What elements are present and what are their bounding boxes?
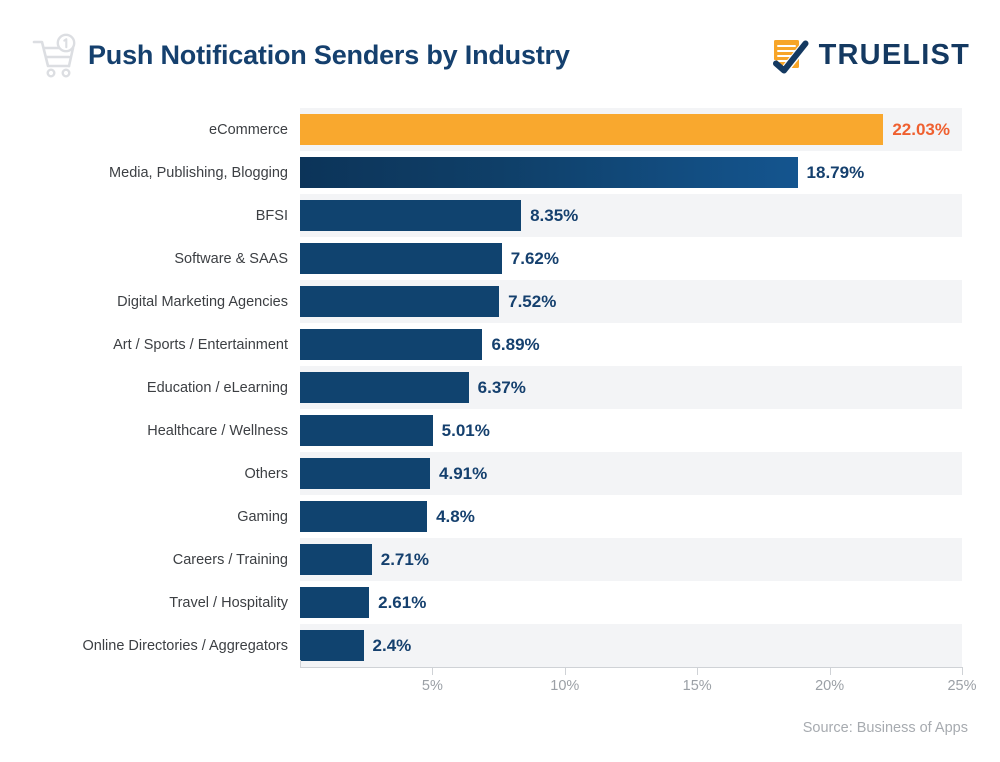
bar [300,200,522,231]
x-axis-tick-label: 10% [550,678,580,694]
x-axis-tick [432,667,434,675]
x-axis-tick [697,667,699,675]
bar-value-label: 2.71% [380,549,429,569]
chart-row: Digital Marketing Agencies 7.52% [0,280,1000,323]
chart-row: Others 4.91% [0,452,1000,495]
chart-row: eCommerce 22.03% [0,108,1000,151]
x-axis-tick-label: 5% [421,678,443,694]
bar-value-label: 6.37% [477,377,526,397]
shopping-cart-icon [28,32,80,80]
chart-row: Online Directories / Aggregators 2.4% [0,624,1000,667]
bar [300,544,372,575]
chart-row: Gaming 4.8% [0,495,1000,538]
brand-name: TRUELIST [818,38,970,71]
chart-page: Push Notification Senders by Industry TR… [0,0,1000,762]
bar [300,587,370,618]
brand-logo: TRUELIST [769,34,970,77]
x-axis-tick-label: 20% [815,678,845,694]
category-label: BFSI [255,207,288,224]
category-label: Digital Marketing Agencies [117,293,288,310]
category-label: Gaming [237,508,288,525]
checklist-check-icon [769,36,811,77]
chart-row: Careers / Training 2.71% [0,538,1000,581]
x-axis-tick [829,667,831,675]
category-label: eCommerce [209,121,288,138]
bar [300,372,469,403]
bar-value-label: 8.35% [530,205,579,225]
category-label: Education / eLearning [146,379,288,396]
chart-row: Software & SAAS 7.62% [0,237,1000,280]
bar [300,329,483,360]
chart-row: Media, Publishing, Blogging 18.79% [0,151,1000,194]
chart-row: Travel / Hospitality 2.61% [0,581,1000,624]
bar [300,415,433,446]
source-note: Source: Business of Apps [802,720,968,736]
bar-value-label: 7.52% [508,291,557,311]
bar-chart: eCommerce 22.03% Media, Publishing, Bloggi… [0,108,1000,694]
x-axis-tick [962,667,963,675]
chart-row: Healthcare / Wellness 5.01% [0,409,1000,452]
bar-value-label: 2.4% [372,635,412,655]
bar-value-label: 5.01% [441,420,490,440]
category-label: Healthcare / Wellness [147,422,288,439]
bar [300,243,502,274]
bar [300,458,431,489]
page-header: Push Notification Senders by Industry TR… [0,0,1000,100]
bar [300,114,884,145]
bar [300,630,364,661]
bar-value-label: 6.89% [491,334,540,354]
bar-value-label: 7.62% [510,248,559,268]
bar-value-label: 4.91% [439,463,488,483]
category-label: Media, Publishing, Blogging [109,164,288,181]
bar-value-label: 18.79% [806,162,865,182]
bar-value-label: 2.61% [378,592,427,612]
x-axis-tick-label: 25% [947,678,977,694]
bar [300,157,798,188]
category-label: Software & SAAS [174,250,288,267]
x-axis-tick [564,667,566,675]
chart-row: Education / eLearning 6.37% [0,366,1000,409]
page-title: Push Notification Senders by Industry [88,40,570,70]
category-label: Travel / Hospitality [169,594,288,611]
chart-rows: eCommerce 22.03% Media, Publishing, Bloggi… [0,108,1000,667]
x-axis-tick-label: 15% [682,678,712,694]
category-label: Art / Sports / Entertainment [113,336,288,353]
bar [300,286,500,317]
bar [300,501,428,532]
bar-value-label: 22.03% [892,119,951,139]
chart-row: Art / Sports / Entertainment 6.89% [0,323,1000,366]
chart-row: BFSI 8.35% [0,194,1000,237]
category-label: Others [244,465,288,482]
bar-value-label: 4.8% [436,506,475,526]
x-axis-line [300,667,962,668]
category-label: Careers / Training [172,551,288,568]
category-label: Online Directories / Aggregators [82,637,288,654]
